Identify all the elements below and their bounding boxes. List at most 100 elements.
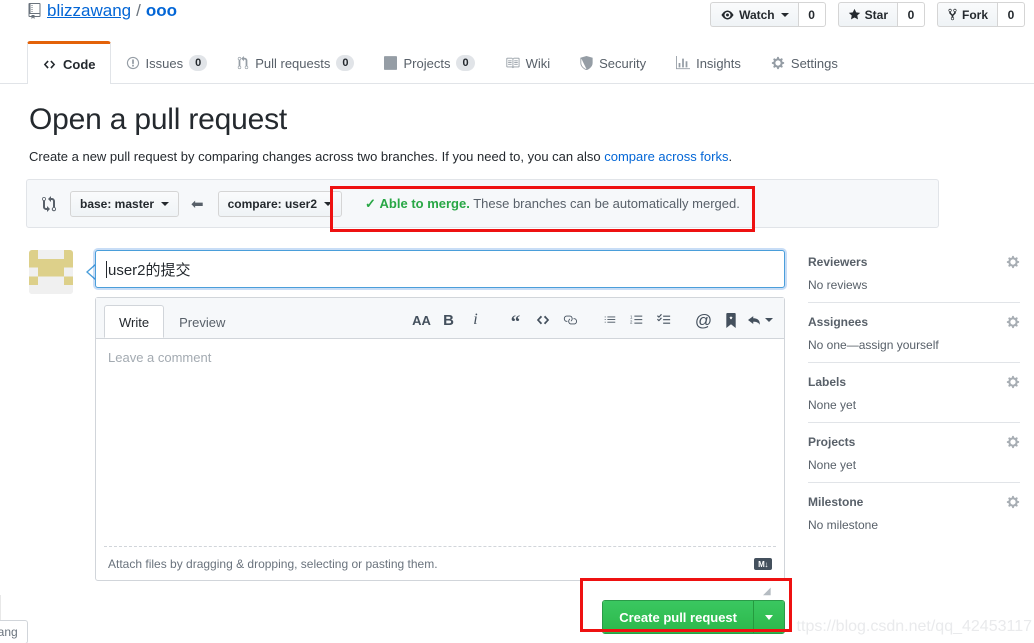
markdown-toolbar: AA B i “ 12 @ bbox=[408, 309, 776, 338]
sidebar-assignees-value: No one—assign yourself bbox=[808, 338, 939, 352]
sidebar-assignees-header: Assignees bbox=[808, 315, 1020, 329]
create-pull-request-button-group[interactable]: Create pull request bbox=[602, 600, 785, 634]
sidebar-section-projects: Projects None yet bbox=[808, 422, 1020, 482]
bold-icon[interactable]: B bbox=[435, 309, 462, 331]
chevron-down-icon bbox=[765, 614, 773, 620]
unordered-list-icon[interactable] bbox=[596, 309, 623, 331]
base-branch-selector[interactable]: base: master bbox=[70, 190, 180, 217]
repo-name-link[interactable]: ooo bbox=[146, 1, 177, 21]
tab-settings-label: Settings bbox=[790, 55, 838, 71]
shield-icon bbox=[580, 56, 593, 70]
tab-wiki[interactable]: Wiki bbox=[490, 42, 566, 83]
heading-icon[interactable]: AA bbox=[408, 309, 435, 331]
tab-projects-label: Projects bbox=[403, 55, 451, 71]
pr-title-input[interactable]: user2的提交 bbox=[95, 250, 785, 288]
gear-icon[interactable] bbox=[1006, 315, 1020, 329]
sidebar-reviewers-header: Reviewers bbox=[808, 255, 1020, 269]
compare-branch-selector[interactable]: compare: user2 bbox=[217, 190, 342, 217]
gear-icon[interactable] bbox=[1006, 495, 1020, 509]
tab-security-label: Security bbox=[599, 55, 647, 71]
tab-insights[interactable]: Insights bbox=[661, 42, 756, 83]
tab-code[interactable]: Code bbox=[27, 41, 111, 84]
compare-branch-label: compare: user2 bbox=[227, 196, 317, 211]
ordered-list-icon[interactable]: 12 bbox=[623, 309, 650, 331]
tab-issues-label: Issues bbox=[145, 55, 184, 71]
quote-icon[interactable]: “ bbox=[502, 309, 529, 332]
watch-button[interactable]: Watch bbox=[710, 2, 798, 27]
create-pull-request-dropdown[interactable] bbox=[754, 601, 784, 633]
repo-breadcrumb: blizzawang / ooo bbox=[27, 1, 177, 21]
page-title: Open a pull request bbox=[29, 103, 288, 136]
text-cursor bbox=[106, 260, 107, 278]
comment-footer: Attach files by dragging & dropping, sel… bbox=[96, 550, 784, 580]
reply-icon[interactable] bbox=[744, 309, 776, 331]
create-pull-request-button[interactable]: Create pull request bbox=[603, 601, 754, 633]
arrow-left-icon: ⬅ bbox=[191, 195, 204, 213]
watermark: ttps://blog.csdn.net/qq_42453117 bbox=[796, 618, 1032, 635]
pull-request-form: user2的提交 Write Preview AA B i “ 1 2 @ Le… bbox=[95, 250, 785, 634]
tab-settings[interactable]: Settings bbox=[756, 42, 853, 83]
gear-icon[interactable] bbox=[1006, 435, 1020, 449]
tab-security[interactable]: Security bbox=[565, 42, 661, 83]
chevron-down-icon bbox=[161, 201, 170, 206]
chevron-down-icon bbox=[780, 12, 789, 17]
fork-button-group[interactable]: Fork 0 bbox=[936, 2, 1025, 27]
sidebar-milestone-title: Milestone bbox=[808, 495, 864, 509]
watch-count[interactable]: 0 bbox=[797, 2, 826, 27]
comment-textarea[interactable] bbox=[104, 347, 776, 547]
repo-actions: Watch 0 Star 0 Fork 0 bbox=[710, 2, 1025, 27]
repo-owner-link[interactable]: blizzawang bbox=[47, 1, 131, 21]
project-icon bbox=[384, 56, 398, 70]
repo-nav-tabs: Code Issues 0 Pull requests 0 Projects 0… bbox=[0, 41, 1034, 84]
resize-handle[interactable]: ◢ bbox=[763, 586, 773, 597]
chevron-down-icon bbox=[324, 201, 332, 206]
page-subtitle-text-1: Create a new pull request by comparing c… bbox=[29, 149, 605, 164]
tab-pull-requests-count: 0 bbox=[336, 55, 355, 71]
avatar bbox=[29, 250, 73, 294]
check-icon: ✓ bbox=[365, 195, 376, 211]
tab-issues[interactable]: Issues 0 bbox=[111, 42, 223, 83]
code-icon[interactable] bbox=[529, 309, 556, 331]
repo-icon bbox=[27, 3, 42, 19]
markdown-icon[interactable]: M↓ bbox=[754, 558, 772, 570]
tab-projects[interactable]: Projects 0 bbox=[369, 42, 489, 83]
saved-reply-icon[interactable] bbox=[717, 309, 744, 331]
svg-text:2: 2 bbox=[630, 320, 633, 325]
sidebar-milestone-header: Milestone bbox=[808, 495, 1020, 509]
sidebar-section-assignees: Assignees No one—assign yourself bbox=[808, 302, 1020, 362]
sidebar-projects-title: Projects bbox=[808, 435, 856, 449]
mention-icon[interactable]: @ bbox=[690, 309, 717, 331]
fork-icon bbox=[947, 8, 958, 21]
watch-button-group[interactable]: Watch 0 bbox=[710, 2, 826, 27]
sidebar-labels-title: Labels bbox=[808, 375, 847, 389]
sidebar-projects-header: Projects bbox=[808, 435, 1020, 449]
tab-wiki-label: Wiki bbox=[525, 55, 551, 71]
submit-row: Create pull request bbox=[95, 600, 785, 634]
tab-pull-requests[interactable]: Pull requests 0 bbox=[222, 42, 369, 83]
watch-label: Watch bbox=[739, 7, 775, 22]
star-button[interactable]: Star bbox=[837, 2, 897, 27]
gear-icon[interactable] bbox=[1006, 255, 1020, 269]
star-button-group[interactable]: Star 0 bbox=[837, 2, 925, 27]
write-preview-tabs: Write Preview bbox=[104, 305, 240, 338]
pr-sidebar: Reviewers No reviews Assignees No one—as… bbox=[808, 255, 1020, 542]
tab-write[interactable]: Write bbox=[104, 305, 165, 338]
comment-editor: Write Preview AA B i “ 1 2 @ Leave a com… bbox=[95, 297, 785, 597]
fork-button[interactable]: Fork bbox=[936, 2, 997, 27]
italic-icon[interactable]: i bbox=[462, 309, 489, 331]
compare-across-forks-link[interactable]: compare across forks bbox=[604, 149, 728, 164]
link-icon[interactable] bbox=[556, 309, 583, 331]
star-count[interactable]: 0 bbox=[896, 2, 925, 27]
sidebar-section-reviewers: Reviewers No reviews bbox=[808, 255, 1020, 302]
git-pull-request-icon bbox=[237, 56, 249, 70]
tab-code-label: Code bbox=[63, 56, 96, 72]
fork-count[interactable]: 0 bbox=[997, 2, 1025, 27]
sidebar-section-milestone: Milestone No milestone bbox=[808, 482, 1020, 542]
autofill-suggestion[interactable]: wang bbox=[0, 620, 28, 643]
tab-preview[interactable]: Preview bbox=[164, 305, 240, 338]
gear-icon[interactable] bbox=[1006, 375, 1020, 389]
task-list-icon[interactable] bbox=[650, 309, 677, 331]
tab-issues-count: 0 bbox=[189, 55, 208, 71]
star-label: Star bbox=[864, 7, 888, 22]
sidebar-reviewers-value: No reviews bbox=[808, 278, 868, 292]
